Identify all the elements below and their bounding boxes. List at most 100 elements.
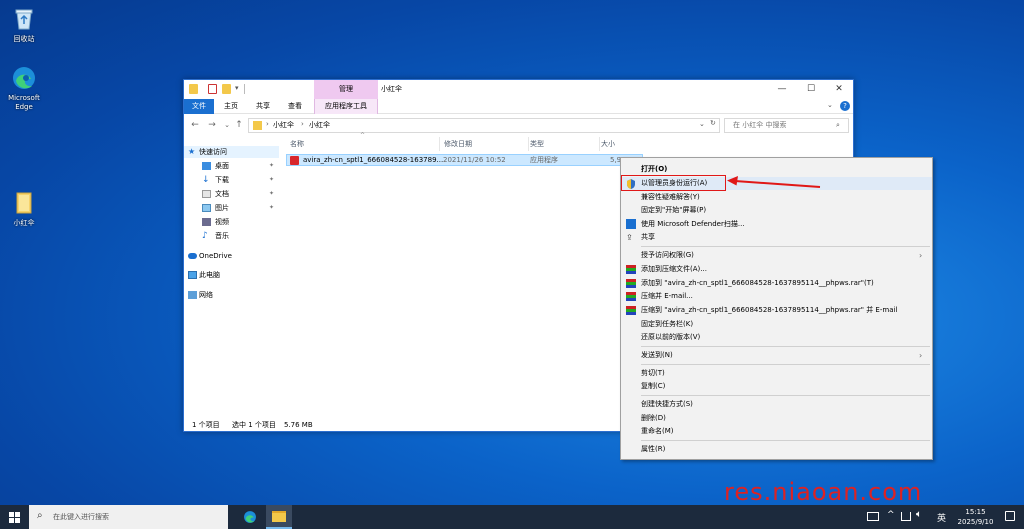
annotation-arrow (727, 176, 821, 188)
pin-icon[interactable]: ✦ (269, 174, 274, 186)
sidebar-item-desktop[interactable]: 桌面 ✦ (184, 160, 279, 172)
document-icon (202, 190, 211, 198)
tab-view[interactable]: 查看 (284, 99, 306, 114)
sidebar-item-videos[interactable]: 视频 (184, 216, 279, 228)
pin-icon[interactable]: ✦ (269, 188, 274, 200)
ribbon-tabs: 文件 主页 共享 查看 应用程序工具 ⌄ ? (184, 99, 853, 114)
menu-item-properties[interactable]: 属性(R) (621, 443, 932, 456)
search-icon: ⌕ (37, 510, 43, 521)
start-button[interactable] (0, 505, 29, 529)
forward-button[interactable]: → (206, 118, 218, 132)
network-status-icon[interactable] (901, 512, 911, 521)
menu-item-create-shortcut[interactable]: 创建快捷方式(S) (621, 398, 932, 411)
sidebar-item-documents[interactable]: 文档 ✦ (184, 188, 279, 200)
menu-item-defender-scan[interactable]: 使用 Microsoft Defender扫描... (621, 218, 932, 231)
tab-share[interactable]: 共享 (252, 99, 274, 114)
menu-separator (641, 346, 930, 347)
chevron-right-icon: › (919, 251, 923, 260)
desktop-icon-edge[interactable]: Microsoft Edge (2, 65, 46, 112)
status-selected: 选中 1 个项目 (232, 421, 276, 429)
back-button[interactable]: ← (189, 118, 201, 132)
menu-item-compat-troubleshoot[interactable]: 兼容性疑难解答(Y) (621, 191, 932, 204)
taskbar-edge[interactable] (238, 505, 262, 529)
menu-separator (641, 440, 930, 441)
sidebar-item-downloads[interactable]: ↓ 下载 ✦ (184, 174, 279, 186)
title-bar[interactable]: ▾ 管理 小红伞 — ☐ ✕ (184, 80, 853, 99)
pin-icon[interactable]: ✦ (269, 160, 274, 172)
qat-dropdown-icon[interactable]: ▾ (235, 84, 239, 92)
defender-icon (626, 219, 636, 229)
tab-home[interactable]: 主页 (220, 99, 242, 114)
desktop-icon-recycle-bin[interactable]: 回收站 (2, 6, 46, 44)
download-icon: ↓ (202, 175, 210, 185)
up-button[interactable]: ↑ (233, 118, 245, 132)
address-bar[interactable]: › 小红伞 › 小红伞 ⌄ ↻ (248, 118, 720, 133)
sidebar-item-network[interactable]: 网络 (184, 289, 279, 301)
notification-icon[interactable] (1005, 511, 1015, 521)
column-size[interactable]: 大小 (601, 137, 651, 151)
close-button[interactable]: ✕ (825, 80, 853, 99)
menu-item-send-to[interactable]: 发送到(N) › (621, 349, 932, 362)
column-type[interactable]: 类型 (530, 137, 600, 151)
desktop-icon (202, 162, 211, 170)
menu-item-cut[interactable]: 剪切(T) (621, 367, 932, 380)
pin-icon[interactable]: ✦ (269, 202, 274, 214)
address-dropdown-icon[interactable]: ⌄ (699, 120, 705, 128)
sidebar-item-pictures[interactable]: 图片 ✦ (184, 202, 279, 214)
minimize-button[interactable]: — (768, 80, 796, 99)
column-modified[interactable]: 修改日期 (444, 137, 529, 151)
qat-divider (244, 84, 245, 94)
desktop-icon-folder[interactable]: 小红伞 (2, 190, 46, 228)
recent-dropdown-icon[interactable]: ⌄ (221, 118, 233, 132)
clock[interactable]: 15:15 2025/9/10 (953, 507, 998, 527)
sidebar-item-music[interactable]: ♪ 音乐 (184, 230, 279, 242)
menu-item-grant-access[interactable]: 授予访问权限(G) › (621, 249, 932, 262)
menu-item-add-to-rar[interactable]: 添加到 "avira_zh-cn_sptl1_666084528-1637895… (621, 277, 932, 290)
menu-item-share[interactable]: ⇪ 共享 (621, 231, 932, 244)
sidebar-item-quick-access[interactable]: ★ 快速访问 (184, 146, 279, 158)
menu-item-compress-to-rar-email[interactable]: 压缩到 "avira_zh-cn_sptl1_666084528-1637895… (621, 304, 932, 317)
windows-logo-icon (9, 512, 20, 523)
tab-app-tools[interactable]: 应用程序工具 (314, 99, 378, 114)
menu-item-pin-start[interactable]: 固定到"开始"屏幕(P) (621, 204, 932, 217)
menu-item-delete[interactable]: 删除(D) (621, 412, 932, 425)
folder-icon (189, 84, 198, 94)
new-folder-icon[interactable] (222, 84, 231, 94)
maximize-button[interactable]: ☐ (797, 80, 825, 99)
highlight-box (621, 175, 726, 191)
table-row[interactable]: avira_zh-cn_sptl1_666084528-163789... 20… (286, 154, 643, 166)
search-input[interactable]: 在 小红伞 中搜索 ⌕ (724, 118, 849, 133)
star-icon: ★ (188, 147, 196, 156)
volume-icon[interactable]: 🔈︎ (916, 509, 922, 520)
breadcrumb-1[interactable]: 小红伞 (309, 120, 330, 130)
tab-file[interactable]: 文件 (184, 99, 214, 114)
winrar-icon (626, 279, 636, 288)
winrar-icon (626, 306, 636, 315)
column-name[interactable]: 名称 (290, 137, 440, 151)
sidebar-item-this-pc[interactable]: 此电脑 (184, 269, 279, 281)
refresh-icon[interactable]: ↻ (710, 119, 716, 127)
sidebar-item-onedrive[interactable]: OneDrive (184, 250, 279, 262)
network-icon[interactable] (867, 512, 879, 521)
video-icon (202, 218, 211, 226)
folder-icon (11, 190, 37, 216)
properties-icon[interactable] (208, 84, 217, 94)
address-row: ← → ⌄ ↑ › 小红伞 › 小红伞 ⌄ ↻ 在 小红伞 中搜索 ⌕ (184, 115, 853, 135)
menu-item-rename[interactable]: 重命名(M) (621, 425, 932, 438)
taskbar-search-box[interactable]: ⌕ 在此键入进行搜索 (29, 505, 228, 529)
menu-item-compress-email[interactable]: 压缩并 E-mail... (621, 290, 932, 303)
help-icon[interactable]: ? (840, 101, 850, 111)
menu-item-restore-versions[interactable]: 还原以前的版本(V) (621, 331, 932, 344)
window-title: 小红伞 (381, 85, 402, 93)
menu-item-add-archive[interactable]: 添加到压缩文件(A)... (621, 263, 932, 276)
taskbar-file-explorer[interactable] (266, 505, 292, 529)
ribbon-expand-icon[interactable]: ⌄ (827, 101, 833, 109)
music-icon: ♪ (202, 231, 208, 241)
chevron-up-icon[interactable]: ^ (887, 510, 895, 520)
ime-indicator[interactable]: 英 (937, 511, 946, 524)
computer-icon (188, 271, 197, 279)
menu-item-copy[interactable]: 复制(C) (621, 380, 932, 393)
breadcrumb-0[interactable]: 小红伞 (273, 120, 294, 130)
menu-item-pin-taskbar[interactable]: 固定到任务栏(K) (621, 318, 932, 331)
folder-icon (272, 511, 286, 522)
